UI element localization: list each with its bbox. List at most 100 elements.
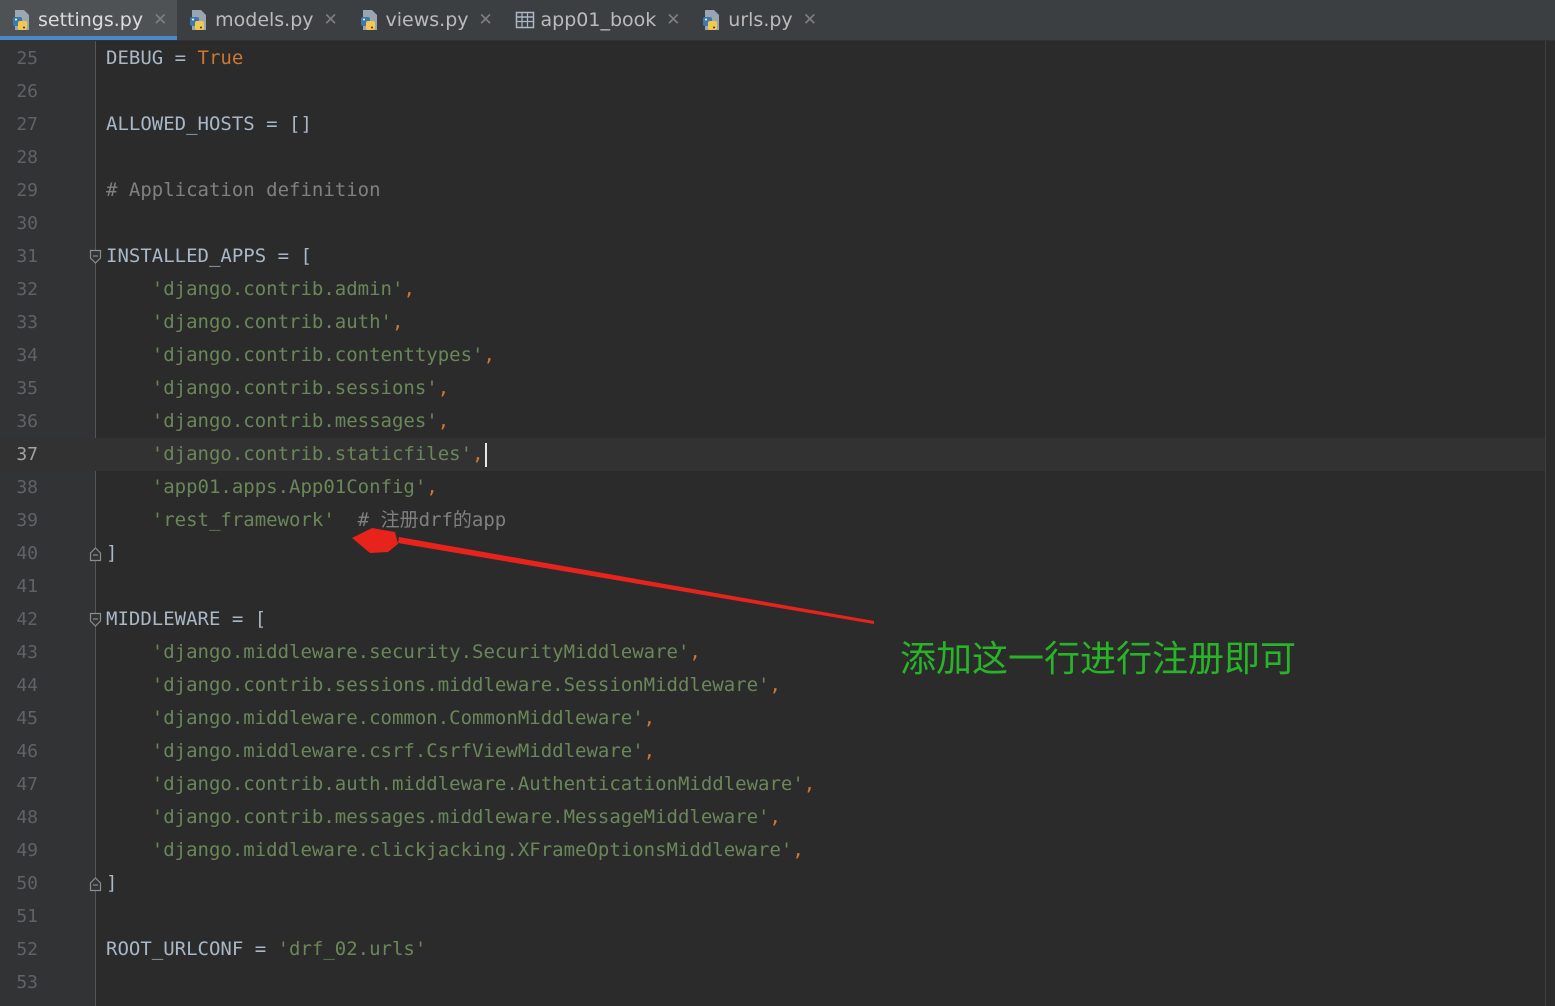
comment-token: 注册 bbox=[380, 509, 419, 531]
code-text: DEBUG = True bbox=[106, 42, 243, 75]
line-number: 42 bbox=[16, 609, 38, 630]
tab-settings-py[interactable]: settings.py ✕ bbox=[0, 0, 178, 40]
python-file-icon bbox=[702, 9, 722, 31]
tab-label: views.py bbox=[385, 9, 469, 31]
line-number: 26 bbox=[16, 81, 38, 102]
code-line[interactable]: 34 'django.contrib.contenttypes', bbox=[0, 339, 1545, 372]
code-line[interactable]: 26 bbox=[0, 75, 1545, 108]
code-line[interactable]: 35 'django.contrib.sessions', bbox=[0, 372, 1545, 405]
code-token: DEBUG = bbox=[106, 47, 198, 69]
code-editor[interactable]: 25 DEBUG = True 26 27 ALLOWED_HOSTS = [] 28 29… bbox=[0, 41, 1555, 1006]
code-line[interactable]: 48 'django.contrib.messages.middleware.M… bbox=[0, 801, 1545, 834]
tab-views-py[interactable]: views.py ✕ bbox=[348, 0, 503, 40]
keyword-token: True bbox=[197, 47, 244, 69]
code-line[interactable]: 50] bbox=[0, 867, 1545, 900]
line-number: 29 bbox=[16, 180, 38, 201]
line-number: 36 bbox=[16, 411, 38, 432]
tab-app01-book[interactable]: app01_book ✕ bbox=[503, 0, 691, 40]
tab-urls-py[interactable]: urls.py ✕ bbox=[690, 0, 826, 40]
string-token: 'django.contrib.admin' bbox=[151, 278, 404, 300]
line-number: 47 bbox=[16, 774, 38, 795]
line-number: 46 bbox=[16, 741, 38, 762]
string-token: 'django.contrib.sessions' bbox=[151, 377, 438, 399]
tab-label: models.py bbox=[215, 9, 314, 31]
line-number: 45 bbox=[16, 708, 38, 729]
close-icon[interactable]: ✕ bbox=[153, 11, 167, 29]
line-number: 32 bbox=[16, 279, 38, 300]
code-text: 'django.middleware.clickjacking.XFrameOp… bbox=[106, 834, 804, 867]
code-line[interactable]: 51 bbox=[0, 900, 1545, 933]
code-line[interactable]: 52 ROOT_URLCONF = 'drf_02.urls' bbox=[0, 933, 1545, 966]
string-token: 'django.contrib.auth' bbox=[151, 311, 392, 333]
fold-open-icon[interactable] bbox=[89, 240, 102, 273]
keyword-token: , bbox=[769, 674, 781, 696]
code-text: ] bbox=[106, 537, 117, 570]
line-number: 53 bbox=[16, 972, 38, 993]
code-line[interactable]: 28 bbox=[0, 141, 1545, 174]
keyword-token: , bbox=[437, 377, 450, 399]
line-number: 25 bbox=[16, 48, 38, 69]
code-line[interactable]: 46 'django.middleware.csrf.CsrfViewMiddl… bbox=[0, 735, 1545, 768]
close-icon[interactable]: ✕ bbox=[324, 11, 338, 29]
line-number: 51 bbox=[16, 906, 38, 927]
string-token: 'django.middleware.security.SecurityMidd… bbox=[151, 641, 690, 663]
right-margin-guide bbox=[1545, 41, 1546, 1006]
code-token: MIDDLEWARE = [ bbox=[106, 608, 267, 630]
line-number: 40 bbox=[16, 543, 38, 564]
close-icon[interactable]: ✕ bbox=[803, 11, 817, 29]
close-icon[interactable]: ✕ bbox=[666, 11, 680, 29]
line-number: 31 bbox=[16, 246, 38, 267]
code-line[interactable]: 45 'django.middleware.common.CommonMiddl… bbox=[0, 702, 1545, 735]
code-line[interactable]: 31 INSTALLED_APPS = [ bbox=[0, 240, 1545, 273]
code-text: 'django.contrib.staticfiles', bbox=[106, 438, 487, 471]
tab-models-py[interactable]: models.py ✕ bbox=[177, 0, 347, 40]
code-text: INSTALLED_APPS = [ bbox=[106, 240, 312, 273]
code-text: 'django.contrib.sessions.middleware.Sess… bbox=[106, 669, 781, 702]
code-line[interactable]: 25 DEBUG = True bbox=[0, 42, 1545, 75]
code-text: MIDDLEWARE = [ bbox=[106, 603, 266, 636]
code-line[interactable]: 27 ALLOWED_HOSTS = [] bbox=[0, 108, 1545, 141]
fold-open-icon[interactable] bbox=[89, 603, 102, 636]
code-line[interactable]: 44 'django.contrib.sessions.middleware.S… bbox=[0, 669, 1545, 702]
code-text: ] bbox=[106, 867, 117, 900]
code-line[interactable]: 30 bbox=[0, 207, 1545, 240]
code-line[interactable]: 37 'django.contrib.staticfiles', bbox=[0, 438, 1545, 471]
annotation-label: 添加这一行进行注册即可 bbox=[900, 639, 1297, 680]
code-line[interactable]: 53 bbox=[0, 966, 1545, 999]
code-line[interactable]: 41 bbox=[0, 570, 1545, 603]
fold-close-icon[interactable] bbox=[89, 867, 102, 900]
text-caret bbox=[484, 442, 487, 467]
string-token: 'django.middleware.clickjacking.XFrameOp… bbox=[151, 839, 793, 861]
string-token: 'django.contrib.auth.middleware.Authenti… bbox=[151, 773, 804, 795]
keyword-token: , bbox=[643, 740, 656, 762]
code-line[interactable]: 32 'django.contrib.admin', bbox=[0, 273, 1545, 306]
code-line[interactable]: 29 # Application definition bbox=[0, 174, 1545, 207]
code-line[interactable]: 47 'django.contrib.auth.middleware.Authe… bbox=[0, 768, 1545, 801]
code-line[interactable]: 39 'rest_framework' # 注册drf的app bbox=[0, 504, 1545, 537]
code-line[interactable]: 42 MIDDLEWARE = [ bbox=[0, 603, 1545, 636]
string-token: 'drf_02.urls' bbox=[277, 938, 427, 960]
code-token: INSTALLED_APPS = [ bbox=[106, 245, 312, 267]
code-line[interactable]: 49 'django.middleware.clickjacking.XFram… bbox=[0, 834, 1545, 867]
comment-token: app bbox=[471, 509, 507, 531]
comment-token: 的 bbox=[452, 509, 472, 531]
code-line[interactable]: 43 'django.middleware.security.SecurityM… bbox=[0, 636, 1545, 669]
code-line[interactable]: 38 'app01.apps.App01Config', bbox=[0, 471, 1545, 504]
code-line[interactable]: 33 'django.contrib.auth', bbox=[0, 306, 1545, 339]
code-token: ] bbox=[106, 542, 118, 564]
code-line[interactable]: 40] bbox=[0, 537, 1545, 570]
close-icon[interactable]: ✕ bbox=[479, 11, 493, 29]
code-line[interactable]: 36 'django.contrib.messages', bbox=[0, 405, 1545, 438]
fold-close-icon[interactable] bbox=[89, 537, 102, 570]
line-number: 33 bbox=[16, 312, 38, 333]
code-text: 'django.contrib.admin', bbox=[106, 273, 415, 306]
code-text: 'django.contrib.messages.middleware.Mess… bbox=[106, 801, 781, 834]
